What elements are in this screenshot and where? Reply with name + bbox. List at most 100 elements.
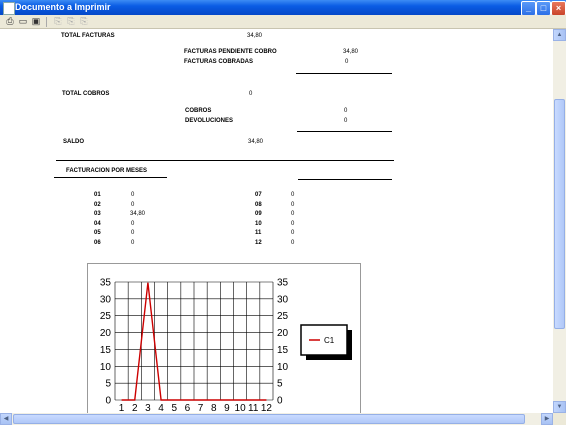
y-tick-label: 25 <box>277 311 289 322</box>
x-tick-label: 8 <box>211 403 217 413</box>
page-view-icon[interactable]: ▣ <box>30 16 42 27</box>
y-tick-label: 35 <box>277 278 289 289</box>
legend-label: C1 <box>324 336 335 345</box>
window-title: Documento a Imprimir <box>15 2 111 12</box>
horizontal-scrollbar[interactable]: ◀ ▶ <box>0 413 553 425</box>
month-label: 09 <box>255 211 262 217</box>
chart-panel: 0 0 5 5 10 10 15 15 20 20 25 25 30 30 35 35 1 2 3 4 5 6 7 8 9 10 1… <box>87 263 361 413</box>
next-page-icon[interactable]: ⎘ <box>78 16 90 27</box>
minimize-button[interactable]: _ <box>521 1 536 16</box>
total-facturas-value: 34,80 <box>247 33 263 39</box>
document-icon <box>3 2 15 15</box>
x-tick-label: 9 <box>224 403 230 413</box>
line-chart: 0 05 510 1015 1520 2025 2530 3035 351 2 3 4 5 6 7 8 9 10 1… <box>100 278 352 413</box>
cobros-label: COBROS <box>185 108 212 114</box>
y-tick-label: 10 <box>277 362 289 373</box>
x-tick-label: 7 <box>198 403 204 413</box>
devoluciones-value: 0 <box>344 118 348 124</box>
month-value: 34,80 <box>130 211 146 217</box>
x-tick-label: 12 <box>261 403 273 413</box>
devoluciones-label: DEVOLUCIONES <box>185 118 234 124</box>
x-tick-label: 3 <box>145 403 151 413</box>
y-tick-label: 10 <box>100 362 112 373</box>
month-label: 12 <box>255 240 262 246</box>
month-value: 0 <box>291 230 295 236</box>
y-tick-label: 5 <box>277 379 283 390</box>
divider <box>297 131 392 132</box>
y-tick-label: 30 <box>277 294 289 305</box>
month-label: 04 <box>94 221 101 227</box>
month-value: 0 <box>131 202 135 208</box>
y-tick-label: 25 <box>100 311 112 322</box>
y-tick-label: 0 <box>105 396 111 407</box>
month-value: 0 <box>291 221 295 227</box>
toolbar: ⎙ ▭ ▣ ⎘ ⎘ ⎘ <box>0 15 566 29</box>
x-tick-label: 6 <box>185 403 191 413</box>
size-grip[interactable] <box>553 413 566 425</box>
x-tick-label: 11 <box>248 403 259 413</box>
month-label: 01 <box>94 192 101 198</box>
horizontal-scroll-thumb[interactable] <box>13 414 525 424</box>
vertical-scrollbar[interactable]: ▲ ▼ <box>553 29 566 413</box>
month-label: 10 <box>255 221 262 227</box>
cobros-value: 0 <box>344 108 348 114</box>
month-value: 0 <box>291 202 295 208</box>
section-divider <box>56 160 394 161</box>
printer-setup-icon[interactable]: ▭ <box>17 16 29 27</box>
y-tick-label: 15 <box>100 345 112 356</box>
divider <box>296 73 392 74</box>
total-cobros-value: 0 <box>249 91 253 97</box>
month-label: 03 <box>94 211 101 217</box>
scroll-up-icon[interactable]: ▲ <box>553 29 566 41</box>
total-facturas-label: TOTAL FACTURAS <box>61 33 115 39</box>
month-value: 0 <box>131 192 135 198</box>
meses-title: FACTURACION POR MESES <box>66 168 148 174</box>
print-icon[interactable]: ⎙ <box>4 16 16 27</box>
pendiente-label: FACTURAS PENDIENTE COBRO <box>184 49 277 55</box>
saldo-value: 34,80 <box>248 139 264 145</box>
month-value: 0 <box>291 192 295 198</box>
month-value: 0 <box>131 230 135 236</box>
page-icon[interactable]: ⎘ <box>65 16 77 27</box>
x-tick-label: 1 <box>119 403 125 413</box>
scroll-down-icon[interactable]: ▼ <box>553 401 566 413</box>
cobradas-label: FACTURAS COBRADAS <box>184 59 253 65</box>
vertical-scroll-thumb[interactable] <box>554 99 565 329</box>
report-window: Documento a Imprimir _ □ × ⎙ ▭ ▣ ⎘ ⎘ ⎘ T… <box>0 0 566 425</box>
scroll-left-icon[interactable]: ◀ <box>0 413 12 425</box>
x-tick-label: 4 <box>158 403 164 413</box>
pendiente-value: 34,80 <box>343 49 359 55</box>
divider <box>298 179 392 180</box>
y-tick-label: 15 <box>277 345 289 356</box>
divider <box>54 177 167 178</box>
month-value: 0 <box>131 221 135 227</box>
month-label: 05 <box>94 230 101 236</box>
y-tick-label: 20 <box>277 328 289 339</box>
x-tick-label: 10 <box>235 403 247 413</box>
y-tick-label: 30 <box>100 294 112 305</box>
saldo-label: SALDO <box>63 139 84 145</box>
prev-page-icon[interactable]: ⎘ <box>52 16 64 27</box>
month-value: 0 <box>131 240 135 246</box>
close-button[interactable]: × <box>551 1 566 16</box>
total-cobros-label: TOTAL COBROS <box>62 91 110 97</box>
cobradas-value: 0 <box>345 59 349 65</box>
maximize-button[interactable]: □ <box>536 1 551 16</box>
month-label: 07 <box>255 192 262 198</box>
month-label: 08 <box>255 202 262 208</box>
month-value: 0 <box>291 211 295 217</box>
toolbar-separator <box>46 17 47 27</box>
month-label: 11 <box>255 230 262 236</box>
x-tick-label: 5 <box>171 403 177 413</box>
y-tick-label: 0 <box>277 396 283 407</box>
x-tick-label: 2 <box>132 403 138 413</box>
y-tick-label: 20 <box>100 328 112 339</box>
y-tick-label: 35 <box>100 278 112 289</box>
month-value: 0 <box>291 240 295 246</box>
scroll-right-icon[interactable]: ▶ <box>541 413 553 425</box>
month-label: 02 <box>94 202 101 208</box>
report-page: TOTAL FACTURAS 34,80 FACTURAS PENDIENTE … <box>0 29 553 413</box>
title-bar[interactable]: Documento a Imprimir _ □ × <box>0 0 566 16</box>
y-tick-label: 5 <box>105 379 111 390</box>
month-label: 06 <box>94 240 101 246</box>
